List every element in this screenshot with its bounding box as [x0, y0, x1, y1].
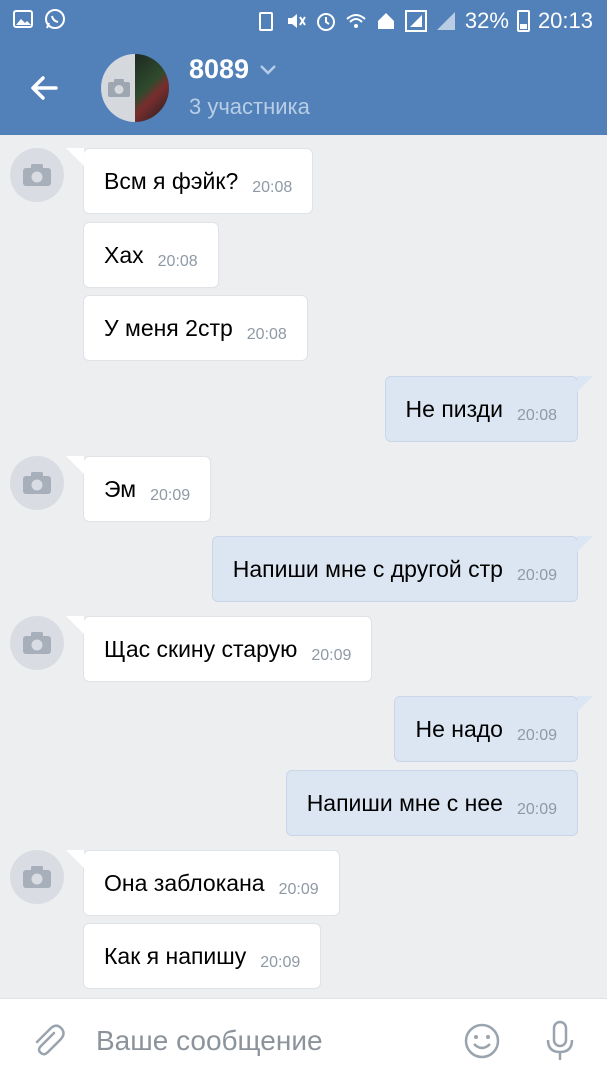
signal-icon	[404, 10, 427, 32]
message-text: Всм я фэйк?	[104, 167, 239, 194]
message-bubble-outgoing[interactable]: Напиши мне с другой стр 20:09	[211, 536, 594, 602]
message-time: 20:09	[150, 487, 191, 504]
chat-subtitle: 3 участника	[189, 94, 310, 119]
status-system: 32% 20:13	[255, 8, 593, 34]
wifi-icon	[346, 14, 366, 28]
message-text: Эм	[104, 475, 137, 502]
clock: 20:13	[537, 8, 593, 33]
message-bubble-incoming[interactable]: Хах 20:08	[83, 222, 219, 288]
message-bubble-incoming[interactable]: Эм 20:09	[65, 456, 212, 522]
message-bubble-incoming[interactable]: Она заблокана 20:09	[66, 850, 340, 916]
microphone-icon[interactable]	[544, 1019, 576, 1063]
mute-icon	[287, 14, 306, 28]
message-text: Щас скину старую	[104, 635, 298, 662]
message-text: Она заблокана	[104, 869, 265, 896]
message-text: Как я напишу	[104, 942, 247, 969]
camera-icon	[23, 866, 51, 888]
message-bubble-incoming[interactable]: Щас скину старую 20:09	[65, 616, 373, 682]
chat-header: 8089 3 участника	[0, 40, 607, 135]
message-time: 20:09	[516, 727, 557, 744]
message-time: 20:09	[311, 647, 352, 664]
chat-title[interactable]: 8089	[189, 54, 277, 85]
sender-avatar[interactable]	[10, 148, 64, 202]
message-text: Хах	[104, 241, 144, 268]
message-bubble-outgoing[interactable]: Не надо 20:09	[394, 696, 593, 762]
message-time: 20:08	[157, 253, 198, 270]
message-time: 20:08	[246, 326, 287, 343]
battery-percent: 32%	[464, 8, 509, 33]
message-bubble-incoming[interactable]: Всм я фэйк? 20:08	[65, 148, 314, 214]
status-notifications	[12, 8, 66, 30]
camera-icon	[108, 79, 130, 97]
chat-avatar[interactable]	[101, 54, 169, 122]
sender-avatar[interactable]	[10, 456, 64, 510]
message-bubble-incoming[interactable]: Как я напишу 20:09	[83, 923, 322, 989]
battery-icon	[516, 10, 530, 32]
recycle-icon	[258, 12, 273, 31]
message-time: 20:09	[260, 954, 301, 971]
avatar-placeholder	[101, 54, 135, 122]
paperclip-icon[interactable]	[28, 1021, 68, 1061]
avatar-photo	[135, 54, 169, 122]
message-bubble-incoming[interactable]: У меня 2стр 20:08	[83, 295, 308, 361]
message-text: Не пизди	[405, 395, 503, 422]
camera-icon	[23, 164, 51, 186]
message-text: Напиши мне с другой стр	[232, 555, 503, 582]
whatsapp-icon	[45, 9, 65, 29]
message-time: 20:08	[516, 407, 557, 424]
home-icon	[377, 13, 394, 29]
chat-title-text: 8089	[189, 54, 250, 84]
chevron-down-icon	[260, 64, 276, 75]
message-time: 20:08	[252, 179, 293, 196]
status-bar: 32% 20:13	[0, 0, 607, 40]
message-time: 20:09	[516, 801, 557, 818]
signal-bars-icon	[436, 12, 455, 30]
smile-icon[interactable]	[462, 1021, 502, 1061]
message-composer	[0, 998, 607, 1080]
camera-icon	[23, 632, 51, 654]
message-bubble-outgoing[interactable]: Не пизди 20:08	[384, 376, 594, 442]
message-time: 20:09	[278, 881, 319, 898]
camera-icon	[23, 472, 51, 494]
arrow-left-icon[interactable]	[22, 66, 66, 110]
message-text: Не надо	[415, 715, 503, 742]
message-input[interactable]	[96, 1025, 436, 1057]
message-text: Напиши мне с нее	[306, 789, 503, 816]
message-bubble-outgoing[interactable]: Напиши мне с нее 20:09	[285, 770, 578, 836]
message-text: У меня 2стр	[104, 314, 233, 341]
alarm-icon	[316, 13, 335, 31]
message-time: 20:09	[516, 567, 557, 584]
sender-avatar[interactable]	[10, 850, 64, 904]
sender-avatar[interactable]	[10, 616, 64, 670]
gallery-icon	[13, 10, 33, 28]
